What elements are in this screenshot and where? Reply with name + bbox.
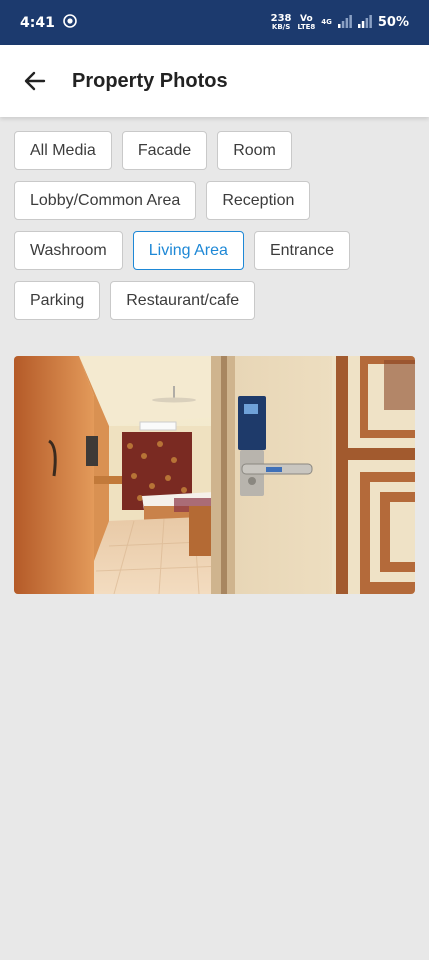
app-bar: Property Photos xyxy=(0,45,429,117)
status-bar: 4:41 238 KB/S Vo LTE8 4G 50% xyxy=(0,0,429,45)
signal-icon-2 xyxy=(357,14,372,32)
chip-living-area[interactable]: Living Area xyxy=(132,231,244,270)
chip-facade[interactable]: Facade xyxy=(121,131,208,170)
chip-reception[interactable]: Reception xyxy=(206,181,311,220)
property-photo[interactable] xyxy=(14,356,415,594)
volte-indicator: Vo LTE8 xyxy=(297,13,316,31)
status-time: 4:41 xyxy=(20,14,55,31)
chip-parking[interactable]: Parking xyxy=(14,281,101,320)
net-speed: 238 KB/S xyxy=(270,13,292,31)
back-button[interactable] xyxy=(18,64,52,98)
battery-percent: 50% xyxy=(377,15,409,30)
chip-lobby-common-area[interactable]: Lobby/Common Area xyxy=(14,181,197,220)
whatsapp-icon xyxy=(63,13,77,32)
hotel-room-door-image xyxy=(14,356,415,594)
status-left: 4:41 xyxy=(20,13,77,32)
chip-entrance[interactable]: Entrance xyxy=(253,231,350,270)
status-right: 238 KB/S Vo LTE8 4G 50% xyxy=(271,14,409,32)
arrow-left-icon xyxy=(24,71,46,91)
signal-icon xyxy=(337,14,352,32)
chip-washroom[interactable]: Washroom xyxy=(14,231,123,270)
network-type: 4G xyxy=(321,18,332,26)
chip-room[interactable]: Room xyxy=(217,131,292,170)
media-filter-chips: All Media Facade Room Lobby/Common Area … xyxy=(14,131,419,320)
chip-all-media[interactable]: All Media xyxy=(14,131,112,170)
page-title: Property Photos xyxy=(72,69,228,92)
chip-restaurant-cafe[interactable]: Restaurant/cafe xyxy=(110,281,256,320)
